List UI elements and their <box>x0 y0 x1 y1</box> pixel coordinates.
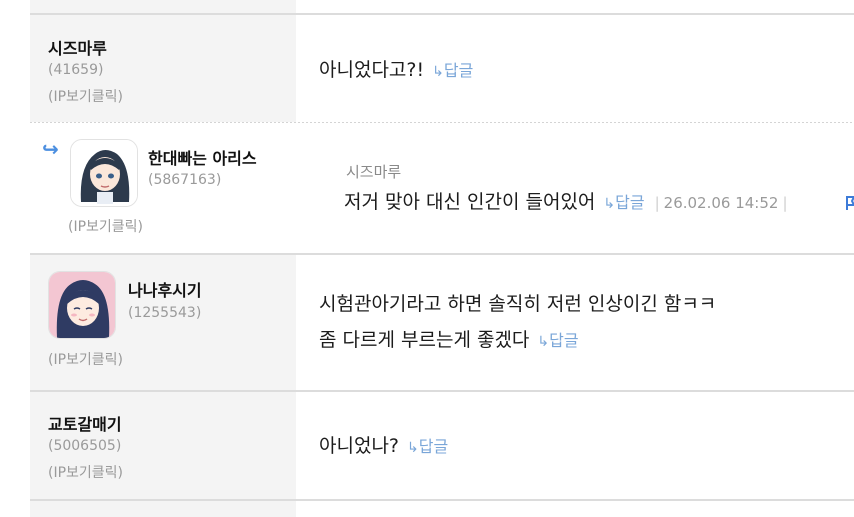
reply-arrow-icon: ↳ <box>537 334 550 350</box>
author-nickname[interactable]: 한대빠는 아리스 <box>148 145 257 169</box>
avatar[interactable] <box>48 271 116 339</box>
reply-button[interactable]: ↳답글 <box>537 331 578 350</box>
comment-author-panel: 시즈마루 (41659) (IP보기클릭) <box>30 15 296 122</box>
comment-row-reply: ↪ 한대빠는 아리스 (5867163) (IP보기클릭) 시즈마루 저거 맞아… <box>30 123 854 253</box>
ip-view-link[interactable]: (IP보기클릭) <box>48 462 123 482</box>
comment-body: 아니었다고?! ↳답글 <box>296 15 854 122</box>
comment-date: 26.02.06 14:52 <box>663 194 779 212</box>
author-nickname[interactable]: 시즈마루 <box>48 35 107 59</box>
comment-author-panel: 나나후시기 (1255543) (IP보기클릭) <box>30 255 296 390</box>
comment-text-line: 시험관아기라고 하면 솔직히 저런 인상이긴 함ㅋㅋ <box>319 293 717 315</box>
author-nickname[interactable]: 교토갈매기 <box>48 411 122 435</box>
ip-view-link[interactable]: (IP보기클릭) <box>48 86 123 106</box>
comment-body: 시즈마루 저거 맞아 대신 인간이 들어있어 ↳답글 | 26.02.06 14:52… <box>296 123 854 253</box>
comment-list: 시즈마루 (41659) (IP보기클릭) 아니었다고?! ↳답글 ↪ 한대빠는… <box>30 0 854 517</box>
report-icon[interactable] <box>844 194 854 212</box>
reply-arrow-icon: ↳ <box>432 64 444 80</box>
reply-button[interactable]: ↳답글 <box>432 61 473 80</box>
reply-indicator-icon: ↪ <box>42 137 59 161</box>
author-nickname[interactable]: 나나후시기 <box>128 277 202 301</box>
comment-author-panel: 교토갈매기 (5006505) (IP보기클릭) <box>30 392 296 499</box>
comment-row: 교토갈매기 (5006505) (IP보기클릭) 아니었나? ↳답글 <box>30 392 854 499</box>
comment-body: 아니었나? ↳답글 <box>296 392 854 499</box>
comment-row: 나나후시기 (1255543) (IP보기클릭) 시험관아기라고 하면 솔직히 … <box>30 255 854 390</box>
author-id: (41659) <box>48 62 104 78</box>
comment-row: 시즈마루 (41659) (IP보기클릭) 아니었다고?! ↳답글 <box>30 15 854 122</box>
reply-button[interactable]: ↳답글 <box>603 193 644 212</box>
avatar[interactable] <box>70 139 138 207</box>
author-id: (1255543) <box>128 305 202 321</box>
ip-view-link[interactable]: (IP보기클릭) <box>68 216 143 236</box>
comment-author-panel: ↪ 한대빠는 아리스 (5867163) (IP보기클릭) <box>30 123 296 253</box>
author-id: (5867163) <box>148 172 222 188</box>
comment-text-line: 좀 다르게 부르는게 좋겠다 <box>319 329 530 351</box>
comment-body: 시험관아기라고 하면 솔직히 저런 인상이긴 함ㅋㅋ 좀 다르게 부르는게 좋겠… <box>296 255 854 390</box>
comment-text: 저거 맞아 대신 인간이 들어있어 <box>344 191 596 213</box>
reply-arrow-icon: ↳ <box>603 196 616 212</box>
comment-row-partial <box>30 0 854 13</box>
author-id: (5006505) <box>48 438 122 454</box>
reply-target-name: 시즈마루 <box>346 163 402 181</box>
ip-view-link[interactable]: (IP보기클릭) <box>48 349 123 369</box>
comment-text: 아니었나? <box>319 435 400 457</box>
reply-button[interactable]: ↳답글 <box>407 437 448 456</box>
comment-row-partial <box>30 501 854 517</box>
reply-arrow-icon: ↳ <box>407 440 419 456</box>
comment-text: 아니었다고?! <box>319 59 425 81</box>
